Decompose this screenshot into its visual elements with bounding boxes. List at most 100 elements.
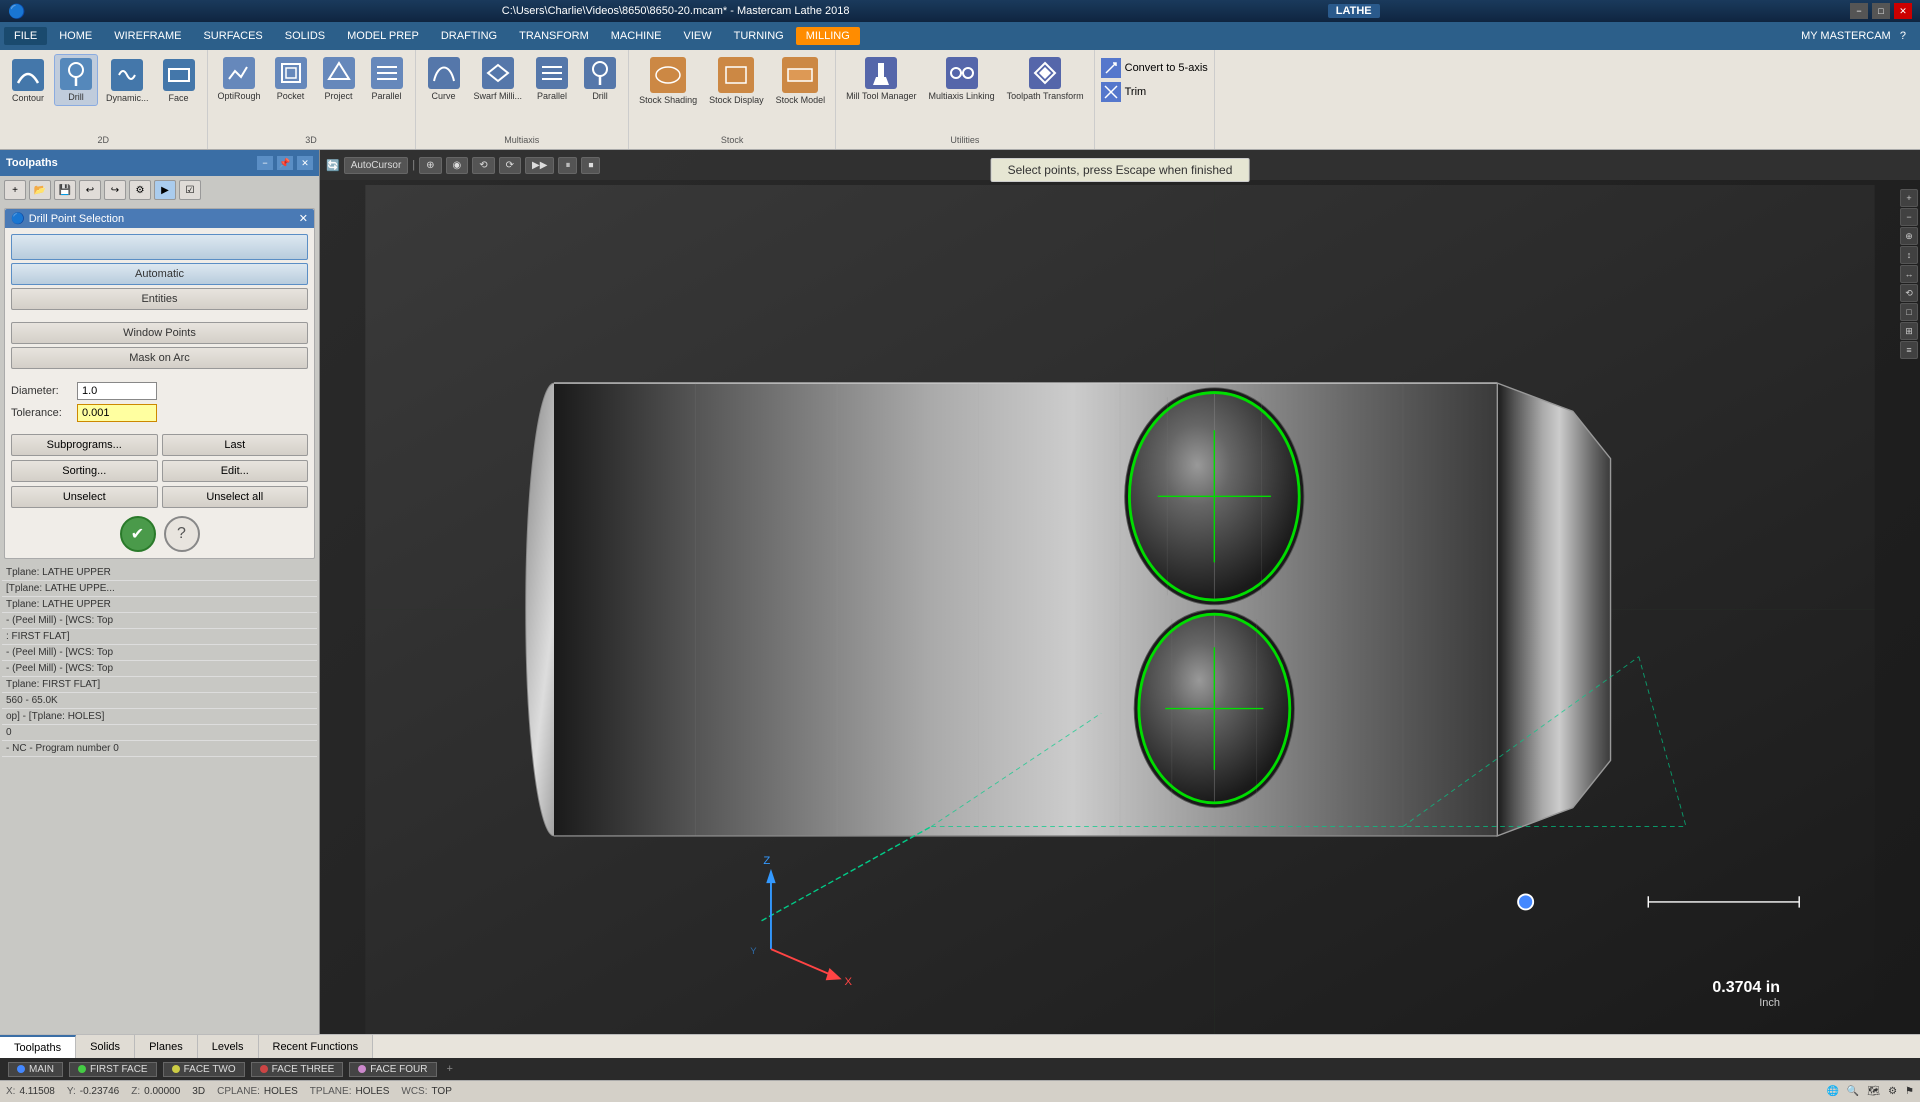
list-item[interactable]: [Tplane: LATHE UPPE... <box>2 581 317 597</box>
rmini-btn-5[interactable]: ↔ <box>1900 265 1918 283</box>
list-item[interactable]: - (Peel Mill) - [WCS: Top <box>2 645 317 661</box>
ribbon-btn-drill-multi[interactable]: Drill <box>578 54 622 104</box>
select-all-button[interactable]: ☑ <box>179 180 201 200</box>
ribbon-btn-stock-display[interactable]: Stock Display <box>705 54 768 108</box>
ribbon-btn-pocket[interactable]: Pocket <box>269 54 313 104</box>
menu-machine[interactable]: MACHINE <box>601 27 672 45</box>
ribbon-btn-optirough[interactable]: OptiRough <box>214 54 265 104</box>
list-item[interactable]: Tplane: LATHE UPPER <box>2 597 317 613</box>
panel-close-button[interactable]: ✕ <box>297 156 313 170</box>
ribbon-btn-stock-shading[interactable]: Stock Shading <box>635 54 701 108</box>
ribbon-btn-drill[interactable]: Drill <box>54 54 98 106</box>
last-button[interactable]: Last <box>162 434 309 456</box>
ribbon-btn-toolpath-transform[interactable]: Toolpath Transform <box>1003 54 1088 104</box>
ribbon-btn-face[interactable]: Face <box>157 56 201 106</box>
menu-turning[interactable]: TURNING <box>724 27 794 45</box>
vp-toolbar-btn-7[interactable]: ⏹ <box>581 157 600 174</box>
save-button[interactable]: 💾 <box>54 180 76 200</box>
menu-transform[interactable]: TRANSFORM <box>509 27 599 45</box>
ribbon-btn-dynamic[interactable]: Dynamic... <box>102 56 153 106</box>
menu-milling[interactable]: MILLING <box>796 27 860 45</box>
diameter-input[interactable] <box>77 382 157 400</box>
rmini-btn-9[interactable]: ≡ <box>1900 341 1918 359</box>
menu-home[interactable]: HOME <box>49 27 102 45</box>
unselect-all-button[interactable]: Unselect all <box>162 486 309 508</box>
ribbon-btn-multiaxis-link[interactable]: Multiaxis Linking <box>925 54 999 104</box>
ribbon-btn-project[interactable]: Project <box>317 54 361 104</box>
list-item[interactable]: : FIRST FLAT] <box>2 629 317 645</box>
drill-btn-entities[interactable]: Entities <box>11 288 308 310</box>
help-button[interactable]: ? <box>164 516 200 552</box>
generate-button[interactable]: ▶ <box>154 180 176 200</box>
rmini-btn-7[interactable]: □ <box>1900 303 1918 321</box>
ribbon-btn-stock-model[interactable]: Stock Model <box>772 54 830 108</box>
vp-toolbar-btn-3[interactable]: ⟲ <box>472 157 494 174</box>
menu-solids[interactable]: SOLIDS <box>275 27 335 45</box>
drill-btn-mask-on-arc[interactable]: Mask on Arc <box>11 347 308 369</box>
ok-button[interactable]: ✔ <box>120 516 156 552</box>
vp-toolbar-btn-2[interactable]: ◉ <box>446 157 469 174</box>
list-item[interactable]: Tplane: FIRST FLAT] <box>2 677 317 693</box>
plane-main-button[interactable]: MAIN <box>8 1062 63 1077</box>
subprograms-button[interactable]: Subprograms... <box>11 434 158 456</box>
undo-button[interactable]: ↩ <box>79 180 101 200</box>
menu-wireframe[interactable]: WIREFRAME <box>104 27 191 45</box>
panel-minimize-button[interactable]: − <box>257 156 273 170</box>
plane-face-three-button[interactable]: FACE THREE <box>251 1062 344 1077</box>
sorting-button[interactable]: Sorting... <box>11 460 158 482</box>
settings-button[interactable]: ⚙ <box>129 180 151 200</box>
list-item[interactable]: - (Peel Mill) - [WCS: Top <box>2 613 317 629</box>
drill-btn-window-points[interactable]: Window Points <box>11 322 308 344</box>
tab-toolpaths[interactable]: Toolpaths <box>0 1035 76 1058</box>
edit-button[interactable]: Edit... <box>162 460 309 482</box>
tolerance-input[interactable] <box>77 404 157 422</box>
tab-recent-functions[interactable]: Recent Functions <box>259 1035 374 1058</box>
list-item[interactable]: 560 - 65.0K <box>2 693 317 709</box>
open-button[interactable]: 📂 <box>29 180 51 200</box>
list-item[interactable]: 0 <box>2 725 317 741</box>
menu-model-prep[interactable]: MODEL PREP <box>337 27 429 45</box>
drill-btn-unnamed[interactable] <box>11 234 308 260</box>
menu-file[interactable]: FILE <box>4 27 47 45</box>
list-item[interactable]: Tplane: LATHE UPPER <box>2 565 317 581</box>
add-plane-button[interactable]: + <box>447 1063 453 1075</box>
plane-face-two-button[interactable]: FACE TWO <box>163 1062 245 1077</box>
maximize-button[interactable]: □ <box>1872 3 1890 19</box>
list-item[interactable]: - (Peel Mill) - [WCS: Top <box>2 661 317 677</box>
tab-planes[interactable]: Planes <box>135 1035 198 1058</box>
list-item[interactable]: - NC - Program number 0 <box>2 741 317 757</box>
panel-pin-button[interactable]: 📌 <box>277 156 293 170</box>
vp-toolbar-btn-4[interactable]: ⟳ <box>499 157 521 174</box>
tab-solids[interactable]: Solids <box>76 1035 135 1058</box>
rmini-btn-4[interactable]: ↕ <box>1900 246 1918 264</box>
rmini-btn-6[interactable]: ⟲ <box>1900 284 1918 302</box>
close-button[interactable]: ✕ <box>1894 3 1912 19</box>
ribbon-btn-parallel[interactable]: Parallel <box>365 54 409 104</box>
new-tp-button[interactable]: + <box>4 180 26 200</box>
rmini-btn-3[interactable]: ⊕ <box>1900 227 1918 245</box>
drill-btn-automatic[interactable]: Automatic <box>11 263 308 285</box>
viewport[interactable]: 🔄 AutoCursor | ⊕ ◉ ⟲ ⟳ ▶▶ ⏸ ⏹ Select poi… <box>320 150 1920 1034</box>
ribbon-btn-mill-tool[interactable]: Mill Tool Manager <box>842 54 920 104</box>
toolpaths-list[interactable]: Tplane: LATHE UPPER [Tplane: LATHE UPPE.… <box>0 563 319 1034</box>
vp-toolbar-btn-1[interactable]: ⊕ <box>419 157 441 174</box>
ribbon-btn-curve[interactable]: Curve <box>422 54 466 104</box>
menu-drafting[interactable]: DRAFTING <box>431 27 507 45</box>
tab-levels[interactable]: Levels <box>198 1035 259 1058</box>
vp-toolbar-btn-6[interactable]: ⏸ <box>558 157 577 174</box>
drill-panel-close-button[interactable]: ✕ <box>299 212 308 225</box>
vp-toolbar-btn-5[interactable]: ▶▶ <box>525 157 554 174</box>
list-item[interactable]: op] - [Tplane: HOLES] <box>2 709 317 725</box>
rmini-btn-1[interactable]: + <box>1900 189 1918 207</box>
autocursor-button[interactable]: AutoCursor <box>344 157 409 174</box>
minimize-button[interactable]: − <box>1850 3 1868 19</box>
rmini-btn-8[interactable]: ⊞ <box>1900 322 1918 340</box>
rmini-btn-2[interactable]: − <box>1900 208 1918 226</box>
ribbon-btn-parallel2[interactable]: Parallel <box>530 54 574 104</box>
menu-view[interactable]: VIEW <box>674 27 722 45</box>
plane-first-face-button[interactable]: FIRST FACE <box>69 1062 157 1077</box>
redo-button[interactable]: ↪ <box>104 180 126 200</box>
plane-face-four-button[interactable]: FACE FOUR <box>349 1062 436 1077</box>
menu-surfaces[interactable]: SURFACES <box>193 27 272 45</box>
unselect-button[interactable]: Unselect <box>11 486 158 508</box>
